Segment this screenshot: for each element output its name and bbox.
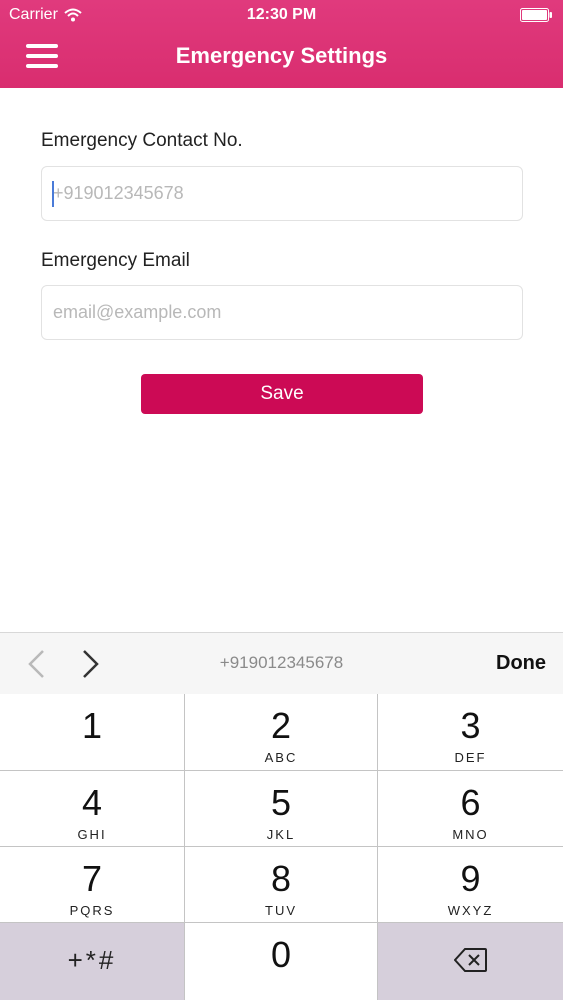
key-digit: 6 [460,782,481,823]
key-0[interactable]: 0 [185,923,378,1000]
key-digit: 5 [270,782,292,823]
key-9[interactable]: 9 WXYZ [378,847,563,923]
key-letters: MNO [452,827,489,842]
status-time: 12:30 PM [246,6,317,23]
text-caret [52,181,54,207]
phone-field-label: Emergency Contact No. [41,130,243,151]
key-symbols-label: +*# [67,945,117,975]
keyboard-accessory-bar: +919012345678 Done [0,632,563,694]
done-button[interactable]: Done [496,652,546,675]
save-button[interactable]: Save [141,374,423,414]
app-header: Carrier 12:30 PM Emergency Settings [0,0,563,88]
email-placeholder: email@example.com [53,302,222,322]
key-digit: 4 [81,782,103,823]
key-symbols[interactable]: +*# [0,923,185,1000]
battery-icon [520,8,552,22]
key-letters: DEF [454,750,487,765]
key-digit: 1 [81,705,103,746]
page-title: Emergency Settings [175,43,388,68]
key-2[interactable]: 2 ABC [185,694,378,771]
backspace-icon [453,948,487,972]
key-digit: 7 [81,858,103,899]
key-digit: 0 [270,934,292,975]
backspace-key[interactable] [378,923,563,1000]
key-5[interactable]: 5 JKL [185,771,378,847]
status-bar: Carrier 12:30 PM [0,0,563,30]
nav-bar: Emergency Settings [0,30,563,88]
key-letters: TUV [265,903,297,918]
key-letters: PQRS [69,903,115,918]
key-letters: JKL [266,827,296,842]
email-field-label: Emergency Email [41,250,190,271]
phone-input[interactable]: +919012345678 [41,166,523,221]
key-digit: 3 [460,705,481,746]
numeric-keypad: 1 2 ABC 3 DEF 4 GHI 5 JKL 6 MNO 7 PQRS 8… [0,694,563,1000]
key-letters: GHI [77,827,107,842]
key-1[interactable]: 1 [0,694,185,771]
email-input[interactable]: email@example.com [41,285,523,340]
key-6[interactable]: 6 MNO [378,771,563,847]
key-letters: ABC [264,750,298,765]
key-digit: 8 [270,858,292,899]
phone-placeholder: +919012345678 [53,183,184,203]
key-3[interactable]: 3 DEF [378,694,563,771]
key-letters: WXYZ [447,903,494,918]
accessory-field-value: +919012345678 [219,653,344,672]
key-4[interactable]: 4 GHI [0,771,185,847]
key-7[interactable]: 7 PQRS [0,847,185,923]
key-digit: 2 [270,705,292,746]
key-8[interactable]: 8 TUV [185,847,378,923]
key-digit: 9 [460,858,481,899]
